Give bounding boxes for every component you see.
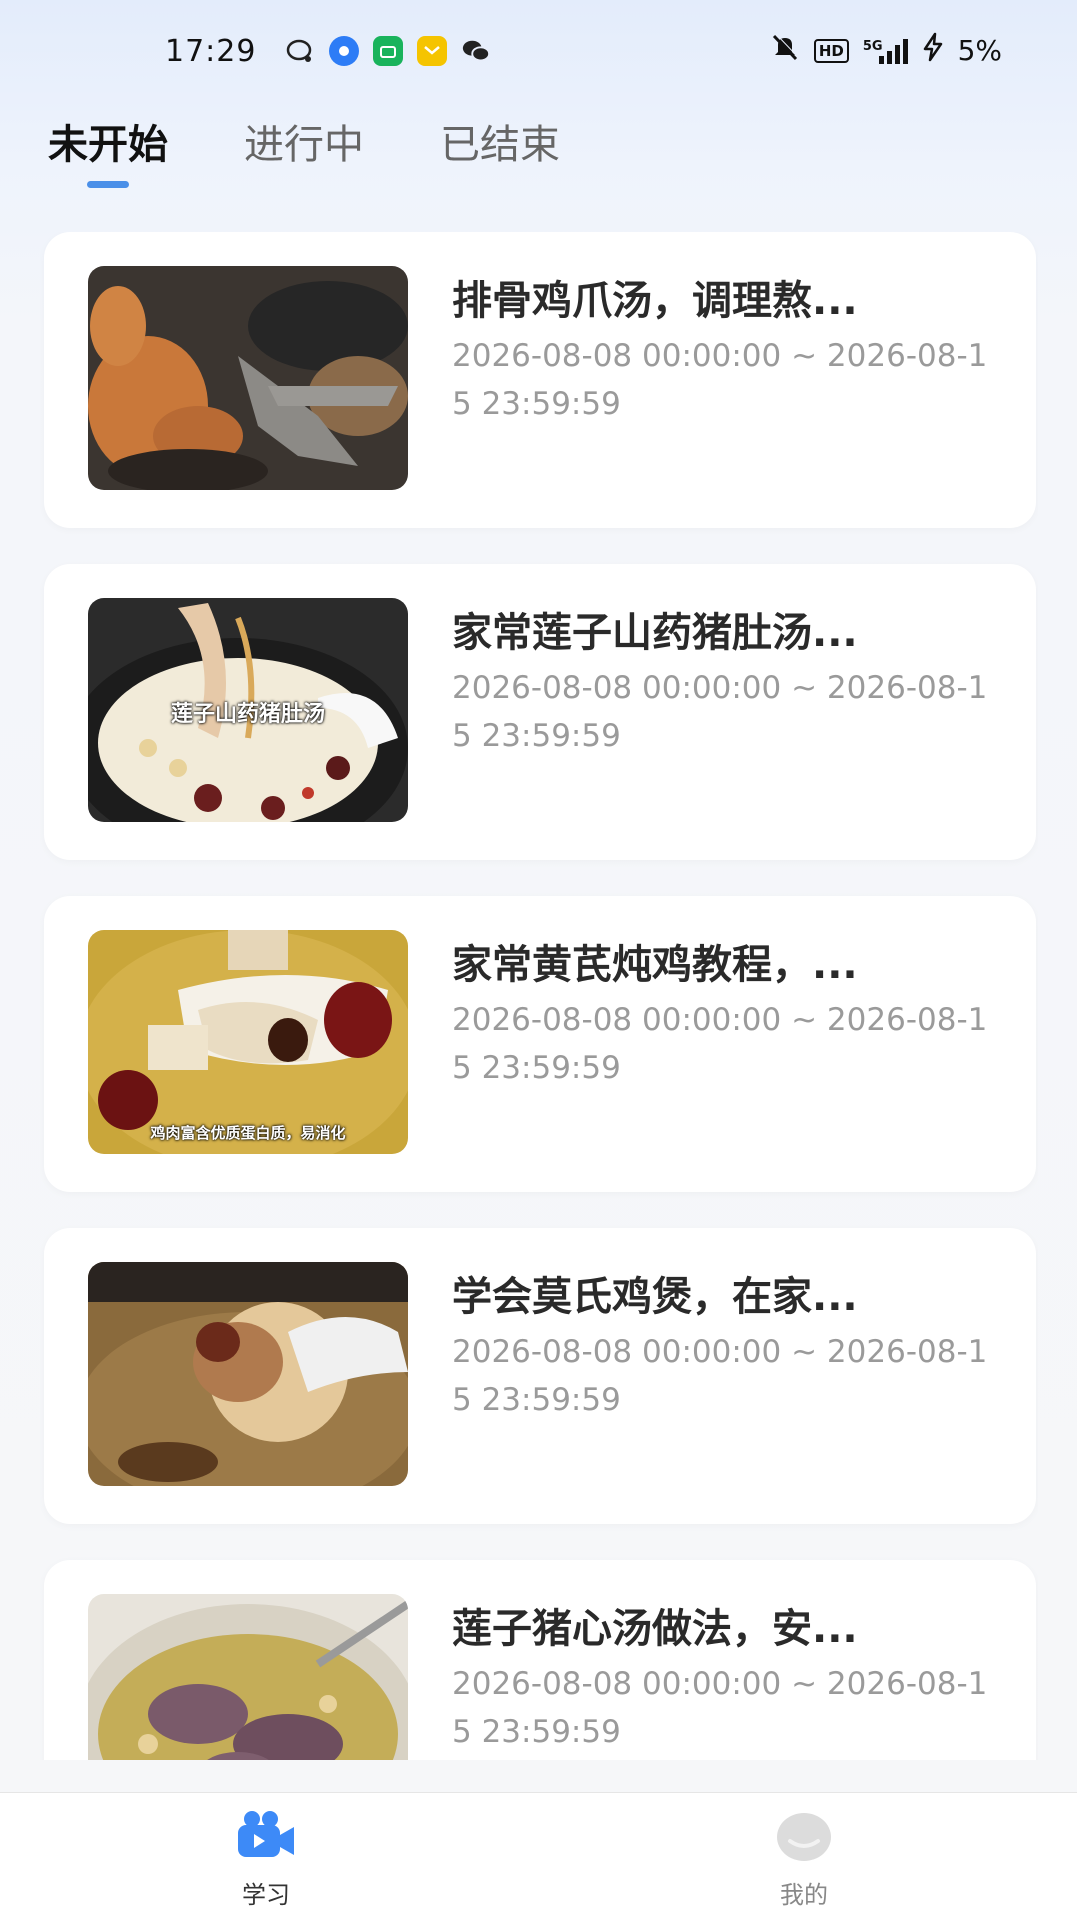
active-tab-indicator [87, 181, 129, 188]
course-date-range: 2026-08-08 00:00:00 ~ 2026-08-15 23:59:5… [452, 1334, 988, 1418]
course-card[interactable]: 学会莫氏鸡煲，在家... 2026-08-08 00:00:00 ~ 2026-… [44, 1228, 1036, 1524]
signal-bars-icon [878, 38, 908, 64]
signal-indicator: 5G [863, 38, 908, 64]
nav-label: 我的 [780, 1881, 828, 1909]
course-card[interactable]: 鸡肉富含优质蛋白质，易消化 家常黄芪炖鸡教程，... 2026-08-08 00… [44, 896, 1036, 1192]
course-title: 家常莲子山药猪肚汤... [452, 610, 858, 656]
tab-label: 未开始 [48, 122, 168, 168]
mail-app-icon [417, 36, 447, 66]
status-tabs: 未开始 进行中 已结束 [48, 112, 560, 188]
course-card[interactable]: 莲子猪心汤做法，安... 2026-08-08 00:00:00 ~ 2026-… [44, 1560, 1036, 1760]
tab-label: 已结束 [440, 122, 560, 168]
notification-icons [285, 36, 491, 66]
charging-icon [922, 32, 944, 69]
course-thumbnail: 莲子山药猪肚汤 [88, 598, 408, 822]
chat-bubble-icon [285, 36, 315, 66]
thumbnail-caption: 莲子山药猪肚汤 [170, 702, 325, 727]
video-camera-icon [234, 1807, 298, 1863]
course-card[interactable]: 排骨鸡爪汤，调理熬... 2026-08-08 00:00:00 ~ 2026-… [44, 232, 1036, 528]
course-title: 学会莫氏鸡煲，在家... [452, 1274, 858, 1320]
nav-mine[interactable]: 我的 [724, 1807, 884, 1910]
course-thumbnail [88, 1594, 408, 1760]
battery-percent: 5% [957, 34, 1002, 67]
browser-app-icon [329, 36, 359, 66]
status-bar: 17:29 HD 5G 5% [0, 0, 1077, 110]
course-title: 排骨鸡爪汤，调理熬... [452, 278, 858, 324]
wechat-icon [461, 36, 491, 66]
mute-bell-icon [770, 32, 800, 69]
course-thumbnail: 鸡肉富含优质蛋白质，易消化 [88, 930, 408, 1154]
app-screen: 17:29 HD 5G 5% 未开始 进行中 已结束 排骨鸡爪汤，调理熬... … [0, 0, 1077, 1914]
course-title: 家常黄芪炖鸡教程，... [452, 942, 858, 988]
course-thumbnail [88, 266, 408, 490]
course-list[interactable]: 排骨鸡爪汤，调理熬... 2026-08-08 00:00:00 ~ 2026-… [40, 232, 1038, 1760]
course-thumbnail [88, 1262, 408, 1486]
course-card[interactable]: 莲子山药猪肚汤 家常莲子山药猪肚汤... 2026-08-08 00:00:00… [44, 564, 1036, 860]
tab-not-started[interactable]: 未开始 [48, 112, 168, 188]
course-date-range: 2026-08-08 00:00:00 ~ 2026-08-15 23:59:5… [452, 1002, 988, 1086]
course-date-range: 2026-08-08 00:00:00 ~ 2026-08-15 23:59:5… [452, 670, 988, 754]
status-time: 17:29 [165, 34, 257, 69]
tab-in-progress[interactable]: 进行中 [244, 112, 364, 188]
network-label: 5G [862, 38, 883, 54]
tab-label: 进行中 [244, 122, 364, 168]
nav-study[interactable]: 学习 [186, 1807, 346, 1910]
store-app-icon [373, 36, 403, 66]
course-date-range: 2026-08-08 00:00:00 ~ 2026-08-15 23:59:5… [452, 338, 988, 422]
course-title: 莲子猪心汤做法，安... [452, 1606, 858, 1652]
tab-ended[interactable]: 已结束 [440, 112, 560, 188]
bottom-nav: 学习 我的 [0, 1792, 1077, 1914]
profile-icon [772, 1807, 836, 1863]
course-date-range: 2026-08-08 00:00:00 ~ 2026-08-15 23:59:5… [452, 1666, 988, 1750]
thumbnail-caption: 鸡肉富含优质蛋白质，易消化 [150, 1124, 346, 1142]
system-icons: HD 5G 5% [770, 32, 1002, 69]
nav-label: 学习 [242, 1881, 290, 1909]
hd-badge: HD [813, 38, 849, 63]
